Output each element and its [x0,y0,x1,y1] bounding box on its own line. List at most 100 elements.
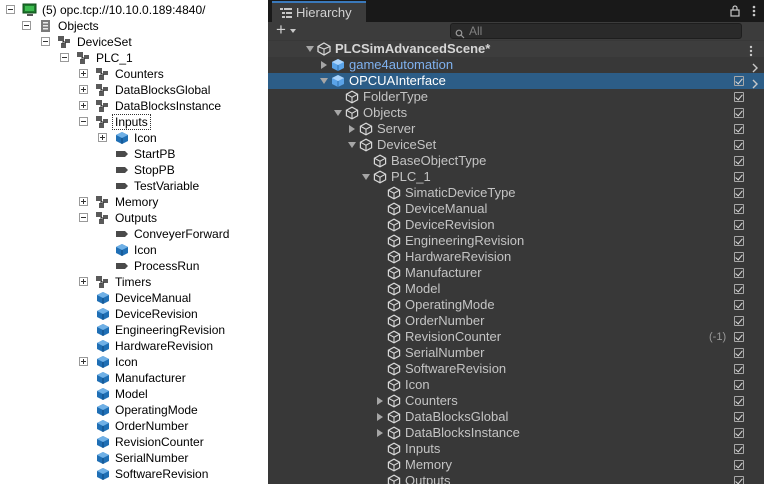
tree-row[interactable]: DeviceRevision [79,306,264,322]
hierarchy-row[interactable]: DeviceRevision [268,217,764,233]
tree-row[interactable]: OrderNumber [79,418,264,434]
active-checkbox[interactable] [734,188,744,198]
tree-row[interactable]: TestVariable [98,178,264,194]
tree-row[interactable]: Inputs [79,114,264,130]
tree-row[interactable]: RevisionCounter [79,434,264,450]
foldout-open-icon[interactable] [348,142,356,148]
scene-row[interactable]: PLCSimAdvancedScene* [268,41,764,57]
tree-row[interactable]: SoftwareRevision [79,466,264,482]
active-checkbox[interactable] [734,476,744,484]
hierarchy-row[interactable]: PLC_1 [268,169,764,185]
tree-row[interactable]: ProcessRun [98,258,264,274]
active-checkbox[interactable] [734,220,744,230]
active-checkbox[interactable] [734,412,744,422]
collapse-icon[interactable] [60,53,69,62]
tree-row[interactable]: Icon [98,130,264,146]
foldout-open-icon[interactable] [362,174,370,180]
collapse-icon[interactable] [41,37,50,46]
tree-row[interactable]: SerialNumber [79,450,264,466]
active-checkbox[interactable] [734,460,744,470]
hierarchy-row[interactable]: FolderType [268,89,764,105]
active-checkbox[interactable] [734,428,744,438]
active-checkbox[interactable] [734,204,744,214]
prefab-chevron-icon[interactable] [750,60,760,73]
tree-row[interactable]: HardwareRevision [79,338,264,354]
scene-menu-icon[interactable] [746,44,756,57]
tree-row[interactable]: Outputs [79,210,264,226]
hierarchy-row[interactable]: OPCUAInterface [268,73,764,89]
hierarchy-row[interactable]: EngineeringRevision [268,233,764,249]
tree-root-row[interactable]: (5) opc.tcp://10.10.0.189:4840/ [2,2,266,18]
tree-row[interactable]: DeviceManual [79,290,264,306]
hierarchy-row[interactable]: BaseObjectType [268,153,764,169]
tree-row[interactable]: Objects [22,18,264,34]
expand-icon[interactable] [79,277,88,286]
active-checkbox[interactable] [734,284,744,294]
hierarchy-row[interactable]: OperatingMode [268,297,764,313]
tree-row[interactable]: PLC_1 [60,50,264,66]
hierarchy-row[interactable]: RevisionCounter (-1) [268,329,764,345]
hierarchy-row[interactable]: SimaticDeviceType [268,185,764,201]
active-checkbox[interactable] [734,140,744,150]
hierarchy-row[interactable]: SoftwareRevision [268,361,764,377]
add-dropdown-arrow-icon[interactable] [290,29,296,33]
active-checkbox[interactable] [734,156,744,166]
tree-row[interactable]: EngineeringRevision [79,322,264,338]
active-checkbox[interactable] [734,124,744,134]
hierarchy-row[interactable]: Server [268,121,764,137]
active-checkbox[interactable] [734,268,744,278]
expand-icon[interactable] [79,197,88,206]
hierarchy-row[interactable]: Model [268,281,764,297]
active-checkbox[interactable] [734,444,744,454]
active-checkbox[interactable] [734,108,744,118]
hierarchy-row[interactable]: HardwareRevision [268,249,764,265]
hierarchy-row[interactable]: DeviceManual [268,201,764,217]
active-checkbox[interactable] [734,92,744,102]
collapse-icon[interactable] [6,5,15,14]
foldout-open-icon[interactable] [306,46,314,52]
hierarchy-row[interactable]: game4automation [268,57,764,73]
tree-row[interactable]: Model [79,386,264,402]
tab-hierarchy[interactable]: Hierarchy [272,1,366,22]
tree-row[interactable]: ConveyerForward [98,226,264,242]
expand-icon[interactable] [79,101,88,110]
foldout-open-icon[interactable] [320,78,328,84]
collapse-icon[interactable] [79,213,88,222]
foldout-closed-icon[interactable] [349,125,355,133]
tree-row[interactable]: Counters [79,66,264,82]
collapse-icon[interactable] [22,21,31,30]
hierarchy-row[interactable]: Memory [268,457,764,473]
active-checkbox[interactable] [734,348,744,358]
prefab-chevron-icon[interactable] [750,76,760,89]
active-checkbox[interactable] [734,172,744,182]
add-button[interactable]: + [276,21,286,39]
tree-row[interactable]: Icon [98,242,264,258]
active-checkbox[interactable] [734,332,744,342]
active-checkbox[interactable] [734,252,744,262]
collapse-icon[interactable] [79,117,88,126]
hierarchy-row[interactable]: SerialNumber [268,345,764,361]
tree-row[interactable]: DeviceSet [41,34,264,50]
lock-icon[interactable] [728,4,742,18]
active-checkbox[interactable] [734,380,744,390]
tree-row[interactable]: Manufacturer [79,370,264,386]
active-checkbox[interactable] [734,300,744,310]
tree-row[interactable]: StartPB [98,146,264,162]
hierarchy-row[interactable]: Inputs [268,441,764,457]
tree-row[interactable]: DataBlocksGlobal [79,82,264,98]
hierarchy-row[interactable]: Counters [268,393,764,409]
tree-row[interactable]: Timers [79,274,264,290]
tree-row[interactable]: OperatingMode [79,402,264,418]
active-checkbox[interactable] [734,396,744,406]
active-checkbox[interactable] [734,76,744,86]
hierarchy-row[interactable]: OrderNumber [268,313,764,329]
foldout-closed-icon[interactable] [377,397,383,405]
active-checkbox[interactable] [734,316,744,326]
hierarchy-row[interactable]: Icon [268,377,764,393]
foldout-open-icon[interactable] [334,110,342,116]
expand-icon[interactable] [79,69,88,78]
tree-row[interactable]: Memory [79,194,264,210]
more-options-icon[interactable] [748,4,760,18]
foldout-closed-icon[interactable] [377,413,383,421]
tree-row[interactable]: StopPB [98,162,264,178]
